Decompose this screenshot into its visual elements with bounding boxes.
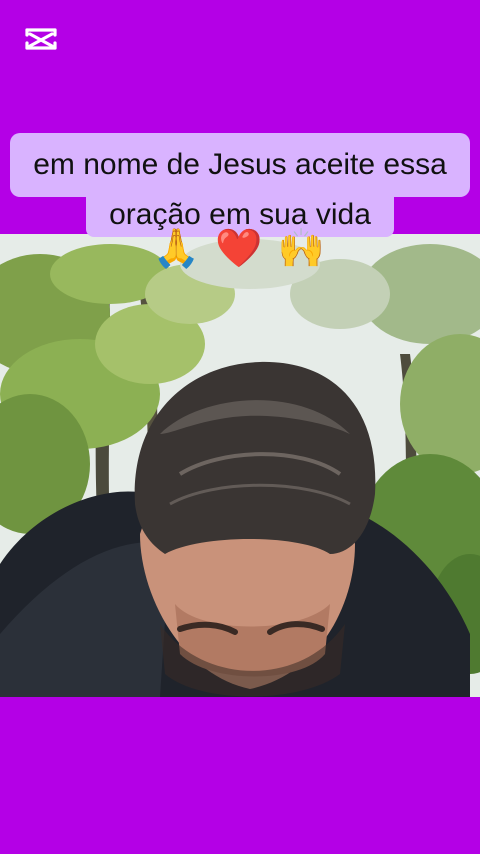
capcut-logo-icon — [25, 28, 57, 50]
video-frame[interactable] — [0, 234, 480, 697]
video-scene — [0, 234, 480, 697]
raising-hands-icon: 🙌 — [277, 228, 328, 270]
caption-line-1: em nome de Jesus aceite essa — [10, 133, 470, 197]
praying-hands-icon: 🙏 — [152, 228, 203, 270]
red-heart-icon: ❤️ — [215, 228, 265, 270]
emoji-row: 🙏 ❤️ 🙌 — [0, 226, 480, 272]
